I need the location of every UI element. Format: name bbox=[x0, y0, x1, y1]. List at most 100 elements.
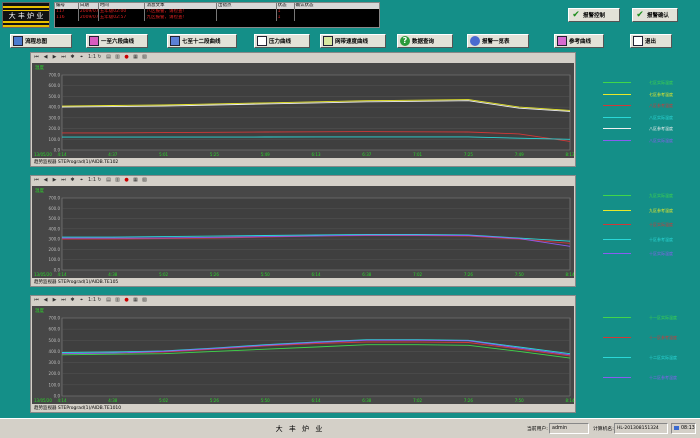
config-icon[interactable]: ▧ bbox=[142, 178, 147, 183]
exit-button[interactable]: 退出 bbox=[630, 34, 672, 48]
computer-name-field: HL-201308151324 bbox=[614, 423, 668, 434]
mesh-speed-button[interactable]: 网带速度曲线 bbox=[320, 34, 386, 48]
alarm-icon bbox=[470, 36, 480, 46]
zone-1-6-button[interactable]: 一至六段曲线 bbox=[86, 34, 148, 48]
legend-label: 七区参考温度 bbox=[649, 91, 673, 97]
stop-icon[interactable]: ● bbox=[124, 55, 129, 60]
stop-icon[interactable]: ● bbox=[124, 298, 129, 303]
refresh-icon[interactable]: ↻ bbox=[97, 55, 102, 60]
select-icon[interactable]: ⌖ bbox=[79, 178, 84, 183]
select-icon[interactable]: ⌖ bbox=[79, 55, 84, 60]
x-tick-label: 7:26 bbox=[464, 398, 473, 403]
legend-item: 十二区实际温度 bbox=[603, 355, 693, 361]
logo-stripe bbox=[3, 25, 49, 27]
legend-label: 十二区参考温度 bbox=[649, 375, 677, 380]
prev-icon[interactable]: ◀ bbox=[43, 178, 48, 183]
chart-type-icon[interactable]: ▤ bbox=[106, 298, 111, 303]
last-icon[interactable]: ⏭ bbox=[61, 55, 66, 60]
next-icon[interactable]: ▶ bbox=[52, 178, 57, 183]
cell bbox=[217, 15, 277, 21]
config-icon[interactable]: ▧ bbox=[142, 55, 147, 60]
legend-label: 十一区实际温度 bbox=[649, 315, 677, 320]
first-icon[interactable]: ⏮ bbox=[34, 55, 39, 60]
trend-plot-area[interactable]: 温度 700.0 600.0 500.0 400.0 300.0 200.0 100.0 0.0… bbox=[32, 63, 575, 158]
mesh-speed-label: 网带速度曲线 bbox=[335, 39, 369, 45]
overview-button[interactable]: 流程总图 bbox=[10, 34, 72, 48]
cell: 1 bbox=[277, 15, 295, 21]
refresh-icon[interactable]: ↻ bbox=[97, 178, 102, 183]
alarm-confirm-button[interactable]: ✔ 报警确认 bbox=[632, 8, 678, 22]
trend-plot-area[interactable]: 温度 700.0 600.0 500.0 400.0 300.0 200.0 100.0 0.0… bbox=[32, 306, 575, 404]
x-tick-label: 5:50 bbox=[261, 398, 270, 403]
x-tick-label: 5:02 bbox=[159, 398, 168, 403]
zoom-icon[interactable]: ✱ bbox=[70, 178, 75, 183]
select-icon[interactable]: ⌖ bbox=[79, 298, 84, 303]
legend-swatch bbox=[603, 253, 631, 254]
x-tick-label: 5:26 bbox=[210, 272, 219, 277]
y-tick-label: 100.0 bbox=[49, 137, 61, 142]
config-icon[interactable]: ▦ bbox=[133, 55, 138, 60]
trend-plot-area[interactable]: 温度 700.0 600.0 500.0 400.0 300.0 200.0 100.0 0.0… bbox=[32, 186, 575, 278]
ratio-icon[interactable]: 1:1 bbox=[88, 55, 96, 60]
x-tick-label: 5:49 bbox=[261, 152, 270, 157]
next-icon[interactable]: ▶ bbox=[52, 55, 57, 60]
legend-item: 十一区参考温度 bbox=[603, 335, 693, 341]
zoom-icon[interactable]: ✱ bbox=[70, 298, 75, 303]
data-query-button[interactable]: ? 数据查询 bbox=[397, 34, 453, 48]
current-user-label: 当前用户: bbox=[527, 427, 548, 432]
zoom-icon[interactable]: ✱ bbox=[70, 55, 75, 60]
chart-type-icon[interactable]: ▥ bbox=[115, 298, 120, 303]
y-tick-label: 300.0 bbox=[49, 237, 61, 242]
table-row[interactable]: 116 2009/07/... 五年级02:57 九区报警，请检查! 1 bbox=[55, 15, 379, 21]
legend-swatch bbox=[603, 377, 631, 378]
legend-label: 八区实际温度 bbox=[649, 137, 673, 143]
prev-icon[interactable]: ◀ bbox=[43, 298, 48, 303]
x-tick-label: 6:13 bbox=[312, 152, 321, 157]
chart-type-icon[interactable]: ▤ bbox=[106, 178, 111, 183]
trend-icon bbox=[89, 36, 99, 46]
alarm-control-button[interactable]: ✔ 报警控制 bbox=[568, 8, 620, 22]
first-icon[interactable]: ⏮ bbox=[34, 178, 39, 183]
date-label: 13/05/20 bbox=[34, 272, 52, 277]
next-icon[interactable]: ▶ bbox=[52, 298, 57, 303]
legend-item: 七区参考温度 bbox=[603, 92, 693, 98]
x-tick-label: 7:49 bbox=[515, 152, 524, 157]
config-icon[interactable]: ▦ bbox=[133, 178, 138, 183]
chart-type-icon[interactable]: ▥ bbox=[115, 55, 120, 60]
legend-swatch bbox=[603, 82, 631, 83]
prev-icon[interactable]: ◀ bbox=[43, 55, 48, 60]
y-tick-label: 200.0 bbox=[49, 371, 61, 376]
legend-label: 七区实际温度 bbox=[649, 80, 673, 85]
trend-toolbar: ⏮ ◀ ▶ ⏭ ✱ ⌖ 1:1 ↻ ▤ ▥ ● ▦ ▧ bbox=[31, 53, 575, 62]
logo-stripe bbox=[3, 21, 49, 23]
ratio-icon[interactable]: 1:1 bbox=[88, 298, 96, 303]
zone-7-12-button[interactable]: 七至十二段曲线 bbox=[167, 34, 237, 48]
plot-frame bbox=[61, 317, 571, 397]
legend-swatch bbox=[603, 195, 631, 196]
config-icon[interactable]: ▦ bbox=[133, 298, 138, 303]
last-icon[interactable]: ⏭ bbox=[61, 298, 66, 303]
y-axis-unit: 温度 bbox=[35, 307, 44, 314]
y-tick-label: 200.0 bbox=[49, 126, 61, 131]
zone-7-12-label: 七至十二段曲线 bbox=[182, 39, 221, 45]
status-bar: 大 丰 炉 业 当前用户: admin 计算机名: HL-20130815132… bbox=[0, 418, 700, 438]
clock-field: 08:13 bbox=[671, 423, 696, 434]
help-icon: ? bbox=[400, 36, 410, 46]
chart-type-icon[interactable]: ▥ bbox=[115, 178, 120, 183]
alarm-message-table[interactable]: 编号 日期 时间 消息文本 出错点 状态 确认状态 117 2009/07/..… bbox=[54, 2, 380, 28]
config-icon[interactable]: ▧ bbox=[142, 298, 147, 303]
alarm-list-button[interactable]: 报警一览表 bbox=[467, 34, 529, 48]
stop-icon[interactable]: ● bbox=[124, 178, 129, 183]
first-icon[interactable]: ⏮ bbox=[34, 298, 39, 303]
last-icon[interactable]: ⏭ bbox=[61, 178, 66, 183]
flowchart-icon bbox=[13, 36, 23, 46]
pressure-button[interactable]: 压力曲线 bbox=[254, 34, 310, 48]
ratio-icon[interactable]: 1:1 bbox=[88, 178, 96, 183]
refresh-icon[interactable]: ↻ bbox=[97, 298, 102, 303]
x-tick-label: 4:14 bbox=[58, 272, 67, 277]
chart-type-icon[interactable]: ▤ bbox=[106, 55, 111, 60]
ref-curve-button[interactable]: 参考曲线 bbox=[554, 34, 604, 48]
x-tick-label: 5:50 bbox=[261, 272, 270, 277]
x-tick-label: 4:14 bbox=[58, 152, 67, 157]
exit-icon bbox=[633, 36, 643, 46]
